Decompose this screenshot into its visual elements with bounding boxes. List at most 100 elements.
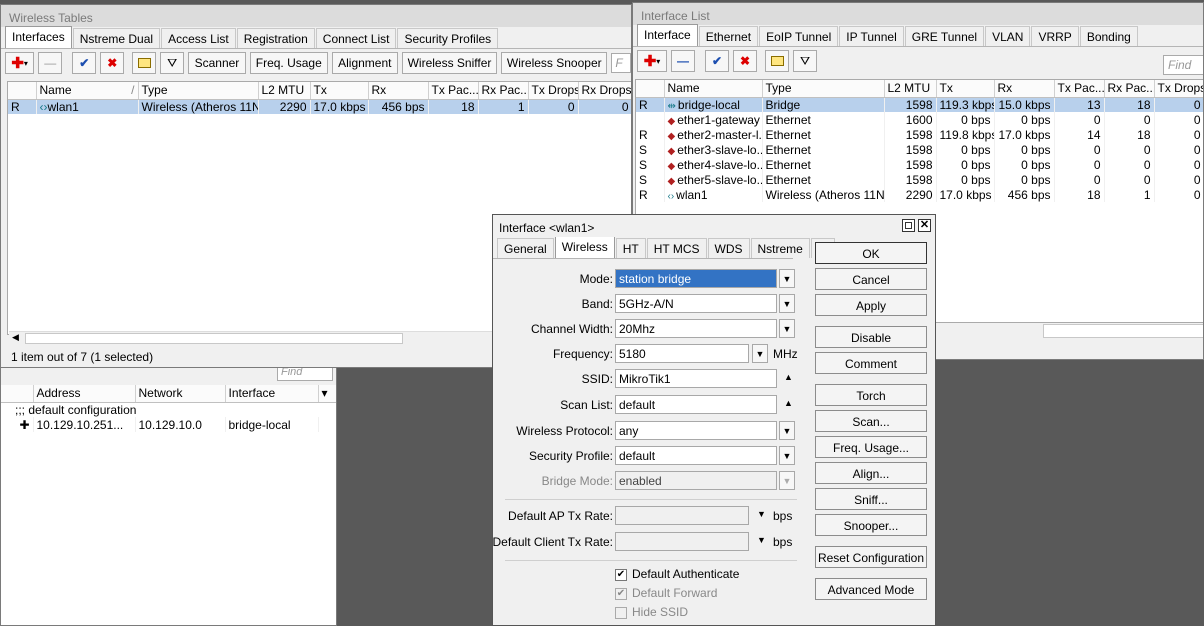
tab-security-profiles[interactable]: Security Profiles [397, 28, 499, 48]
ap-tx-rate-input[interactable] [615, 506, 749, 525]
table-row[interactable]: R ⇹ bridge-local Bridge 1598 119.3 kbps 15.0 k… [636, 97, 1203, 112]
tab-interface[interactable]: Interface [637, 24, 698, 46]
col-type[interactable]: Type [762, 80, 885, 98]
tab-ethernet[interactable]: Ethernet [698, 26, 759, 46]
col-l2mtu[interactable]: L2 MTU [884, 80, 937, 98]
alignment-button[interactable]: Alignment [331, 52, 398, 74]
channel-width-select[interactable]: 20Mhz [615, 319, 777, 338]
table-row[interactable]: R ‹› wlan1 Wireless (Atheros 11N) 2290 17.0 k… [636, 187, 1203, 202]
freq-usage-button[interactable]: Freq. Usage [249, 52, 328, 74]
security-profile-select[interactable]: default [615, 446, 777, 465]
wireless-protocol-dropdown-icon[interactable]: ▼ [779, 421, 795, 440]
mode-select[interactable]: station bridge [615, 269, 777, 288]
comment-button[interactable] [132, 52, 157, 74]
col-rx[interactable]: Rx [368, 82, 429, 100]
address-col-network[interactable]: Network [135, 385, 226, 403]
close-icon[interactable]: ✕ [918, 219, 931, 232]
enable-button[interactable]: ✔ [72, 52, 97, 74]
col-name[interactable]: Name [664, 80, 763, 98]
col-rx-packets[interactable]: Rx Pac... [478, 82, 529, 100]
filter-button[interactable]: ⛛ [160, 52, 185, 74]
table-row[interactable]: S ◆ ether3-slave-lo... Ethernet 1598 0 bps 0 b… [636, 142, 1203, 157]
scan-list-collapse-icon[interactable]: ▲ [784, 398, 793, 408]
maximize-icon[interactable] [902, 219, 915, 232]
tab-connect-list[interactable]: Connect List [315, 28, 397, 48]
sniff-button[interactable]: Sniff... [815, 488, 927, 510]
tab-interfaces[interactable]: Interfaces [5, 26, 72, 48]
address-row[interactable]: ✚ 10.129.10.251... 10.129.10.0 bridge-lo… [1, 417, 336, 432]
scanner-button[interactable]: Scanner [188, 52, 246, 74]
comment-button[interactable]: Comment [815, 352, 927, 374]
ap-tx-rate-dropdown-icon[interactable]: ▼ [757, 509, 766, 519]
tab-eoip-tunnel[interactable]: EoIP Tunnel [759, 26, 839, 46]
col-flag[interactable] [636, 80, 665, 98]
tab-bonding[interactable]: Bonding [1079, 26, 1138, 46]
wireless-find-input[interactable]: F [611, 53, 631, 73]
table-row[interactable]: S ◆ ether5-slave-lo... Ethernet 1598 0 bps 0 b… [636, 172, 1203, 187]
wireless-protocol-select[interactable]: any [615, 421, 777, 440]
table-row[interactable]: R ‹›wlan1 Wireless (Atheros 11N) 2290 17… [8, 99, 631, 114]
ssid-collapse-icon[interactable]: ▲ [784, 372, 793, 382]
col-rx-drops[interactable]: Rx Drops [578, 82, 631, 100]
default-authenticate-checkbox[interactable]: ✔ Default Authenticate [615, 567, 775, 583]
scan-button[interactable]: Scan... [815, 410, 927, 432]
address-col-interface[interactable]: Interface [225, 385, 319, 403]
comment-button[interactable] [765, 50, 789, 72]
table-row[interactable]: R ◆ ether2-master-l... Ethernet 1598 119.8 kb… [636, 127, 1203, 142]
disable-button[interactable]: Disable [815, 326, 927, 348]
torch-button[interactable]: Torch [815, 384, 927, 406]
band-select[interactable]: 5GHz-A/N [615, 294, 777, 313]
col-l2mtu[interactable]: L2 MTU [258, 82, 311, 100]
cancel-button[interactable]: Cancel [815, 268, 927, 290]
wireless-sniffer-button[interactable]: Wireless Sniffer [401, 52, 498, 74]
snooper-button[interactable]: Snooper... [815, 514, 927, 536]
address-col-menu-dropdown[interactable]: ▾ [318, 385, 336, 403]
reset-configuration-button[interactable]: Reset Configuration [815, 546, 927, 568]
col-name[interactable]: Name / [36, 82, 139, 100]
remove-button[interactable]: — [671, 50, 695, 72]
band-dropdown-icon[interactable]: ▼ [779, 294, 795, 313]
disable-button[interactable]: ✖ [100, 52, 125, 74]
mode-dropdown-icon[interactable]: ▼ [779, 269, 795, 288]
col-tx-drops[interactable]: Tx Drops [1154, 80, 1203, 98]
col-type[interactable]: Type [138, 82, 259, 100]
col-tx[interactable]: Tx [310, 82, 369, 100]
col-tx-packets[interactable]: Tx Pac... [1054, 80, 1105, 98]
scrollbar-thumb[interactable] [25, 333, 403, 344]
tab-ip-tunnel[interactable]: IP Tunnel [839, 26, 904, 46]
remove-button[interactable]: — [38, 52, 63, 74]
freq-usage-button[interactable]: Freq. Usage... [815, 436, 927, 458]
col-flag[interactable] [8, 82, 37, 100]
ok-button[interactable]: OK [815, 242, 927, 264]
col-tx[interactable]: Tx [936, 80, 995, 98]
client-tx-rate-dropdown-icon[interactable]: ▼ [757, 535, 766, 545]
tab-vlan[interactable]: VLAN [985, 26, 1031, 46]
wireless-snooper-button[interactable]: Wireless Snooper [501, 52, 608, 74]
interface-find-input[interactable]: Find [1163, 55, 1203, 75]
scan-list-input[interactable]: default [615, 395, 777, 414]
frequency-dropdown-icon[interactable]: ▼ [752, 344, 768, 363]
table-row[interactable]: ◆ ether1-gateway Ethernet 1600 0 bps 0 bps 0 0 0 [636, 112, 1203, 127]
enable-button[interactable]: ✔ [705, 50, 729, 72]
tab-nstreme-dual[interactable]: Nstreme Dual [72, 28, 161, 48]
filter-button[interactable]: ⛛ [793, 50, 817, 72]
apply-button[interactable]: Apply [815, 294, 927, 316]
add-button[interactable]: ✚ ▾ [637, 50, 667, 72]
disable-button[interactable]: ✖ [733, 50, 757, 72]
address-col-address[interactable]: Address [33, 385, 136, 403]
channel-width-dropdown-icon[interactable]: ▼ [779, 319, 795, 338]
col-tx-packets[interactable]: Tx Pac... [428, 82, 479, 100]
tab-access-list[interactable]: Access List [161, 28, 236, 48]
address-col-flag[interactable] [1, 385, 34, 403]
tab-gre-tunnel[interactable]: GRE Tunnel [904, 26, 985, 46]
table-row[interactable]: S ◆ ether4-slave-lo... Ethernet 1598 0 bps 0 b… [636, 157, 1203, 172]
advanced-mode-button[interactable]: Advanced Mode [815, 578, 927, 600]
align-button[interactable]: Align... [815, 462, 927, 484]
add-button[interactable]: ✚ ▾ [5, 52, 35, 74]
frequency-select[interactable]: 5180 [615, 344, 749, 363]
col-rx-packets[interactable]: Rx Pac... [1104, 80, 1155, 98]
scroll-left-icon[interactable]: ◀ [12, 332, 19, 343]
scrollbar-thumb[interactable] [1043, 324, 1203, 338]
security-profile-dropdown-icon[interactable]: ▼ [779, 446, 795, 465]
col-tx-drops[interactable]: Tx Drops [528, 82, 579, 100]
